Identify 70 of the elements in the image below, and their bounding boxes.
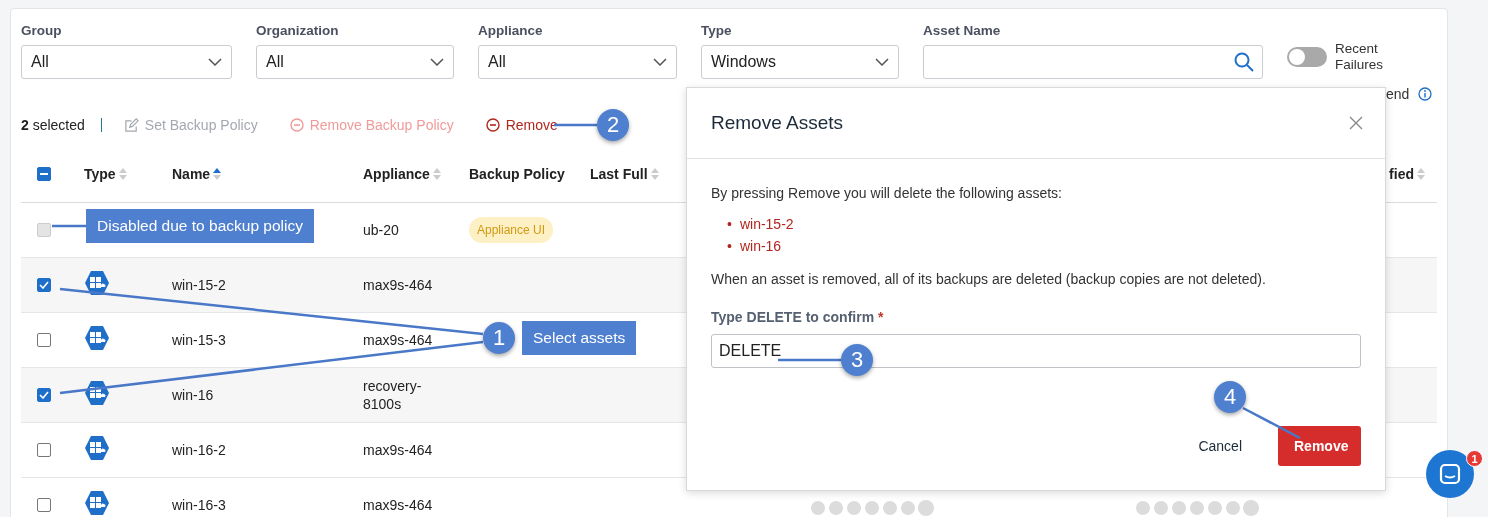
column-header[interactable]: Appliance: [363, 165, 430, 182]
row-checkbox[interactable]: [37, 333, 51, 347]
column-header[interactable]: Last Full: [590, 165, 648, 182]
select-all-checkbox[interactable]: [37, 166, 51, 181]
filter-label: Appliance: [478, 23, 544, 39]
remove-button[interactable]: Remove: [1278, 426, 1361, 466]
callout-label: Disabled due to backup policy: [86, 209, 314, 243]
chevron-down-icon: [875, 58, 889, 66]
dialog-text: When an asset is removed, all of its backups are deleted (backup copies are not deleted).: [711, 271, 1267, 287]
dialog-text: By pressing Remove you will delete the following assets:: [711, 185, 1063, 201]
bullet: •: [727, 215, 732, 234]
leader-line: [778, 358, 841, 362]
close-icon[interactable]: [1349, 116, 1363, 130]
leader-line: [1242, 406, 1301, 440]
column-header: Backup Policy: [469, 165, 565, 182]
asset-name: win-16: [172, 387, 214, 403]
appliance-name: max9s-464: [363, 497, 433, 513]
asset-list-item: win-15-2: [739, 215, 794, 234]
filter-dropdown[interactable]: All: [478, 45, 677, 79]
row-checkbox[interactable]: [37, 443, 51, 457]
chevron-down-icon: [653, 58, 667, 66]
leader-line: [52, 224, 86, 228]
column-header[interactable]: fied: [1389, 165, 1414, 182]
minus-circle-icon: [485, 118, 500, 132]
toggle-label: Recent Failures: [1335, 41, 1384, 73]
windows-server-icon: [84, 435, 110, 461]
asset-name: win-15-3: [172, 332, 226, 348]
backup-policy-tag: Appliance UI: [469, 217, 554, 243]
appliance-name: ub-20: [363, 222, 399, 238]
bullet: •: [727, 237, 732, 256]
column-header[interactable]: Name: [172, 165, 211, 182]
chevron-down-icon: [208, 58, 222, 66]
appliance-name: max9s-464: [363, 442, 433, 458]
field-label: Type DELETE to confirm *: [711, 309, 885, 325]
toggle-switch[interactable]: [1287, 47, 1327, 67]
dialog-title: Remove Assets: [711, 112, 843, 134]
appliance-name: max9s-464: [363, 332, 433, 348]
row-checkbox[interactable]: [37, 278, 51, 292]
row-checkbox[interactable]: [37, 498, 51, 512]
info-icon[interactable]: [1418, 87, 1433, 101]
filter-label: Group: [21, 23, 63, 39]
legend-link[interactable]: end: [1386, 86, 1410, 102]
asset-list-item: win-16: [739, 237, 782, 256]
remove-action[interactable]: Remove: [485, 117, 558, 133]
asset-name: win-15-2: [172, 277, 226, 293]
filter-label: Asset Name: [923, 23, 1002, 39]
filter-dropdown[interactable]: Windows: [701, 45, 899, 79]
column-header[interactable]: Type: [84, 165, 116, 182]
asset-name-search-field[interactable]: [923, 45, 1263, 79]
windows-server-icon: [84, 325, 110, 351]
edit-icon: [123, 117, 139, 133]
minus-circle-icon: [289, 118, 304, 132]
callout-label: Select assets: [522, 321, 637, 355]
filter-label: Type: [701, 23, 733, 39]
chevron-down-icon: [430, 58, 444, 66]
search-icon: [1234, 52, 1254, 72]
row-checkbox[interactable]: [37, 388, 51, 402]
appliance-name: max9s-464: [363, 277, 433, 293]
selection-count: 2 selected: [21, 117, 85, 133]
chat-icon: [1439, 463, 1461, 485]
filter-label: Organization: [256, 23, 340, 39]
asset-name: win-16-3: [172, 497, 226, 513]
filter-dropdown[interactable]: All: [256, 45, 454, 79]
filter-dropdown[interactable]: All: [21, 45, 232, 79]
appliance-name: recovery-8100s: [363, 378, 422, 412]
windows-server-icon: [84, 380, 110, 406]
notification-badge: 1: [1466, 450, 1483, 467]
sort-icon[interactable]: [213, 167, 222, 180]
asset-name: win-16-2: [172, 442, 226, 458]
windows-server-icon: [84, 270, 110, 296]
